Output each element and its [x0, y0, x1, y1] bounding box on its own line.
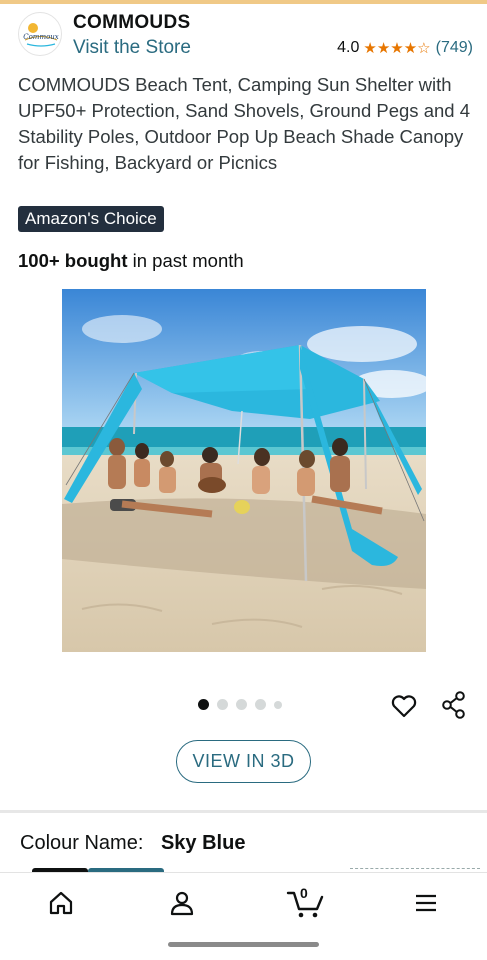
store-logo[interactable]: Commoux	[18, 12, 62, 56]
colour-label: Colour Name:	[20, 832, 144, 854]
rating-summary[interactable]: 4.0 ★★★★☆ (749)	[337, 39, 473, 57]
svg-text:Commoux: Commoux	[23, 33, 59, 41]
nav-menu[interactable]	[409, 887, 443, 919]
view-in-3d-button[interactable]: VIEW IN 3D	[176, 740, 311, 783]
product-title: COMMOUDS Beach Tent, Camping Sun Shelter…	[18, 74, 470, 173]
store-logo-mark: Commoux	[23, 23, 59, 47]
carousel-dot[interactable]	[255, 699, 266, 710]
section-divider	[0, 810, 487, 813]
bottom-navigation: 0	[0, 872, 487, 932]
nav-cart[interactable]: 0	[286, 885, 326, 919]
menu-icon	[416, 894, 436, 912]
colour-value: Sky Blue	[160, 832, 246, 854]
share-icon	[442, 691, 465, 719]
bought-in-past-month: 100+ bought in past month	[18, 250, 244, 272]
rating-value: 4.0	[337, 39, 360, 56]
cart-count: 0	[300, 885, 308, 901]
nav-home[interactable]	[44, 887, 78, 919]
image-carousel-dots[interactable]	[198, 699, 282, 710]
colour-swatch[interactable]	[350, 868, 480, 870]
colour-selection: Colour Name: Sky Blue	[20, 832, 245, 855]
amazons-choice-badge[interactable]: Amazon's Choice	[18, 206, 164, 232]
carousel-dot[interactable]	[236, 699, 247, 710]
nav-account[interactable]	[165, 887, 199, 919]
bought-count: 100+ bought	[18, 250, 128, 271]
heart-icon	[391, 695, 417, 718]
bought-period: in past month	[127, 250, 244, 271]
share-button[interactable]	[439, 690, 469, 720]
home-icon	[49, 891, 73, 915]
rating-count[interactable]: (749)	[436, 39, 473, 57]
system-home-indicator[interactable]	[168, 942, 319, 947]
store-name: COMMOUDS	[73, 12, 191, 33]
star-rating-icon: ★★★★☆	[363, 40, 431, 57]
store-header: Commoux COMMOUDS Visit the Store 4.0 ★★★…	[18, 12, 473, 58]
beach-tent-photo	[62, 289, 426, 652]
carousel-dot[interactable]	[217, 699, 228, 710]
carousel-dot-active[interactable]	[198, 699, 209, 710]
carousel-dot[interactable]	[274, 700, 282, 709]
wishlist-button[interactable]	[389, 691, 419, 721]
account-icon	[170, 891, 194, 916]
visit-store-link[interactable]: Visit the Store	[73, 37, 191, 59]
top-accent-bar	[0, 0, 487, 4]
product-image[interactable]	[62, 289, 426, 652]
